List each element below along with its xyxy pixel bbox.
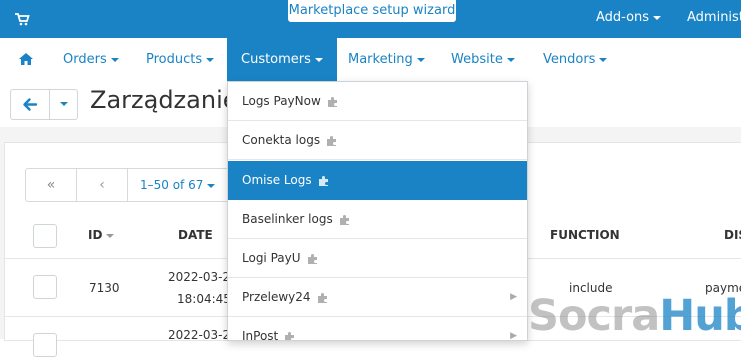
nav-marketing-label: Marketing: [348, 52, 413, 67]
arrow-left-icon: [23, 98, 38, 111]
column-header-date[interactable]: DATE: [178, 228, 213, 242]
nav-customers[interactable]: Customers: [227, 38, 337, 81]
nav-vendors[interactable]: Vendors: [543, 38, 608, 81]
addons-menu[interactable]: Add-ons: [596, 10, 662, 25]
nav-products[interactable]: Products: [146, 38, 215, 81]
menu-item-label: InPost: [242, 317, 296, 340]
row-date: 2022-03-2: [168, 328, 231, 342]
nav-marketing[interactable]: Marketing: [348, 38, 425, 81]
menu-item-inpost[interactable]: InPost ▶: [228, 317, 527, 341]
addons-label: Add-ons: [596, 10, 650, 25]
back-button-group: [10, 89, 78, 120]
page-range-label: 1–50 of 67: [140, 178, 204, 192]
menu-item-label: Przelewy24: [242, 278, 329, 316]
addon-puzzle-icon: [339, 214, 349, 225]
menu-item-label: Baselinker logs: [242, 200, 351, 238]
column-header-dis[interactable]: DIS: [724, 228, 741, 242]
row-date: 2022-03-2: [168, 270, 231, 284]
menu-item-logs-paynow[interactable]: Logs PayNow: [228, 82, 527, 121]
nav-products-label: Products: [146, 52, 203, 67]
sort-down-icon: [106, 233, 115, 238]
main-nav: Orders Products Customers Marketing Webs…: [4, 38, 741, 82]
column-id-label: ID: [88, 228, 103, 242]
nav-orders-label: Orders: [63, 52, 107, 67]
row-checkbox[interactable]: [33, 333, 57, 357]
addon-puzzle-icon: [327, 135, 337, 146]
watermark-part-1: Socra: [528, 291, 660, 341]
pagination: « ‹ 1–50 of 67: [25, 168, 231, 202]
home-icon[interactable]: [18, 52, 34, 66]
select-all-checkbox[interactable]: [33, 224, 57, 248]
addon-puzzle-icon: [307, 253, 317, 264]
nav-vendors-label: Vendors: [543, 52, 596, 67]
back-dropdown-toggle[interactable]: [51, 90, 77, 119]
chevron-down-icon: [314, 57, 323, 62]
menu-item-label: Omise Logs: [242, 161, 330, 199]
chevron-down-icon: [110, 57, 119, 62]
row-id: 7130: [89, 281, 120, 295]
watermark-part-2: Hub: [659, 291, 741, 341]
menu-item-przelewy24[interactable]: Przelewy24 ▶: [228, 278, 527, 317]
submenu-arrow-icon: ▶: [510, 292, 517, 302]
menu-item-baselinker-logs[interactable]: Baselinker logs: [228, 200, 527, 239]
row-checkbox[interactable]: [33, 275, 57, 299]
page-range-selector[interactable]: 1–50 of 67: [140, 169, 216, 201]
menu-item-label: Logi PayU: [242, 239, 319, 277]
menu-item-label: Conekta logs: [242, 121, 338, 159]
row-time: 18:04:45: [177, 292, 231, 306]
chevron-down-icon: [416, 57, 425, 62]
previous-page-button[interactable]: ‹: [77, 169, 128, 201]
page-title: Zarządzanie: [90, 86, 238, 114]
menu-item-logi-payu[interactable]: Logi PayU: [228, 239, 527, 278]
chevron-down-icon: [599, 57, 608, 62]
marketplace-setup-wizard-button[interactable]: Marketplace setup wizard: [288, 0, 456, 22]
chevron-down-icon: [506, 57, 515, 62]
menu-item-label: Logs PayNow: [242, 82, 339, 120]
addon-puzzle-icon: [318, 175, 328, 186]
chevron-down-icon: [207, 183, 216, 188]
admin-menu[interactable]: Administ: [687, 10, 741, 25]
chevron-down-icon: [653, 15, 662, 20]
socrahub-watermark: SocraHub: [528, 293, 741, 339]
menu-item-omise-logs[interactable]: Omise Logs: [228, 161, 527, 200]
top-bar: Marketplace setup wizard Add-ons Adminis…: [0, 0, 741, 38]
column-header-function[interactable]: FUNCTION: [550, 228, 620, 242]
nav-customers-label: Customers: [241, 52, 311, 67]
addon-puzzle-icon: [285, 331, 295, 340]
cart-icon[interactable]: [14, 11, 30, 27]
nav-website-label: Website: [451, 52, 503, 67]
customers-dropdown-menu: Logs PayNow Conekta logs Omise Logs Base…: [227, 81, 528, 341]
column-header-id[interactable]: ID: [88, 228, 115, 242]
back-button[interactable]: [11, 90, 50, 119]
chevron-down-icon: [206, 57, 215, 62]
submenu-arrow-icon: ▶: [510, 331, 517, 341]
nav-orders[interactable]: Orders: [63, 38, 119, 81]
chevron-down-icon: [60, 101, 68, 106]
menu-item-conekta-logs[interactable]: Conekta logs: [228, 121, 527, 160]
addon-puzzle-icon: [317, 292, 327, 303]
addon-puzzle-icon: [327, 96, 337, 107]
nav-website[interactable]: Website: [451, 38, 515, 81]
first-page-button[interactable]: «: [26, 169, 77, 201]
